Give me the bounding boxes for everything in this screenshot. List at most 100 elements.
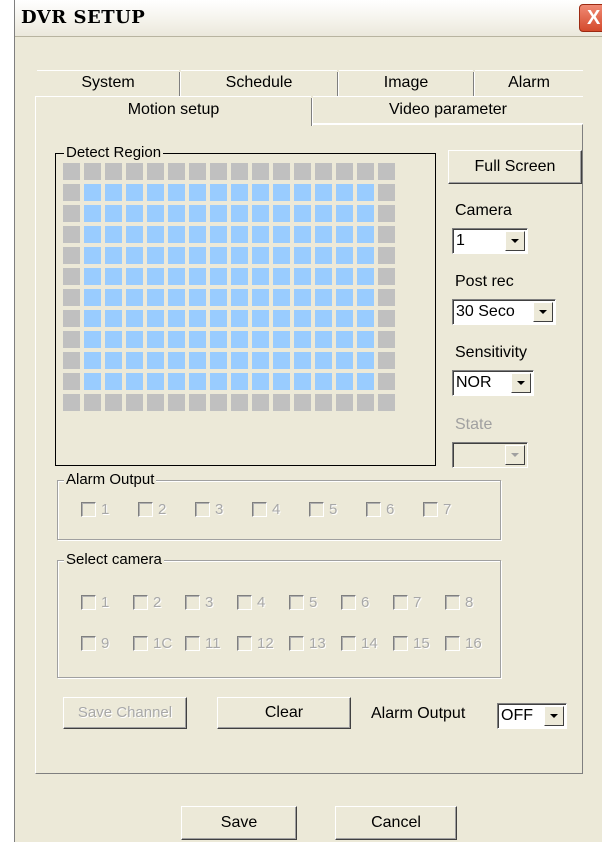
grid-cell-selected[interactable]	[357, 331, 374, 348]
grid-cell-selected[interactable]	[168, 310, 185, 327]
grid-cell-selected[interactable]	[231, 205, 248, 222]
grid-cell-selected[interactable]	[294, 205, 311, 222]
grid-cell-selected[interactable]	[231, 268, 248, 285]
grid-cell-selected[interactable]	[147, 226, 164, 243]
grid-cell[interactable]	[63, 268, 80, 285]
grid-cell-selected[interactable]	[231, 247, 248, 264]
grid-cell-selected[interactable]	[294, 373, 311, 390]
grid-cell-selected[interactable]	[294, 310, 311, 327]
grid-cell-selected[interactable]	[336, 289, 353, 306]
grid-cell[interactable]	[84, 394, 101, 411]
grid-cell[interactable]	[63, 331, 80, 348]
grid-cell[interactable]	[336, 163, 353, 180]
grid-cell-selected[interactable]	[294, 247, 311, 264]
grid-cell[interactable]	[252, 163, 269, 180]
close-icon[interactable]: X	[579, 4, 602, 32]
grid-cell-selected[interactable]	[210, 310, 227, 327]
grid-cell-selected[interactable]	[105, 205, 122, 222]
grid-cell-selected[interactable]	[294, 268, 311, 285]
grid-cell-selected[interactable]	[336, 268, 353, 285]
tab-image[interactable]: Image	[339, 70, 473, 96]
grid-cell-selected[interactable]	[252, 184, 269, 201]
grid-cell[interactable]	[147, 163, 164, 180]
grid-cell[interactable]	[105, 163, 122, 180]
grid-cell-selected[interactable]	[105, 310, 122, 327]
grid-cell-selected[interactable]	[315, 226, 332, 243]
grid-cell-selected[interactable]	[105, 331, 122, 348]
grid-cell-selected[interactable]	[357, 373, 374, 390]
chevron-down-icon[interactable]	[511, 373, 531, 393]
grid-cell-selected[interactable]	[126, 310, 143, 327]
tab-schedule[interactable]: Schedule	[181, 70, 337, 96]
grid-cell-selected[interactable]	[252, 268, 269, 285]
chevron-down-icon[interactable]	[505, 231, 525, 251]
grid-cell-selected[interactable]	[273, 205, 290, 222]
grid-cell-selected[interactable]	[315, 247, 332, 264]
grid-cell[interactable]	[210, 163, 227, 180]
grid-cell-selected[interactable]	[84, 373, 101, 390]
grid-cell-selected[interactable]	[84, 226, 101, 243]
grid-cell-selected[interactable]	[294, 331, 311, 348]
grid-cell-selected[interactable]	[105, 289, 122, 306]
grid-cell-selected[interactable]	[252, 331, 269, 348]
grid-cell-selected[interactable]	[336, 331, 353, 348]
grid-cell[interactable]	[63, 205, 80, 222]
grid-cell-selected[interactable]	[189, 247, 206, 264]
grid-cell-selected[interactable]	[273, 331, 290, 348]
grid-cell-selected[interactable]	[357, 310, 374, 327]
grid-cell-selected[interactable]	[273, 310, 290, 327]
grid-cell-selected[interactable]	[315, 268, 332, 285]
tab-video-parameter[interactable]: Video parameter	[313, 96, 583, 124]
grid-cell-selected[interactable]	[357, 247, 374, 264]
grid-cell-selected[interactable]	[147, 268, 164, 285]
grid-cell-selected[interactable]	[147, 247, 164, 264]
grid-cell-selected[interactable]	[147, 352, 164, 369]
grid-cell-selected[interactable]	[210, 289, 227, 306]
grid-cell-selected[interactable]	[273, 247, 290, 264]
grid-cell-selected[interactable]	[189, 310, 206, 327]
grid-cell-selected[interactable]	[252, 247, 269, 264]
grid-cell-selected[interactable]	[315, 289, 332, 306]
grid-cell[interactable]	[294, 394, 311, 411]
grid-cell-selected[interactable]	[105, 352, 122, 369]
grid-cell-selected[interactable]	[84, 205, 101, 222]
grid-cell[interactable]	[63, 352, 80, 369]
grid-cell[interactable]	[315, 394, 332, 411]
grid-cell-selected[interactable]	[210, 331, 227, 348]
grid-cell-selected[interactable]	[126, 373, 143, 390]
save-button[interactable]: Save	[181, 806, 297, 840]
grid-cell[interactable]	[378, 352, 395, 369]
grid-cell-selected[interactable]	[252, 352, 269, 369]
grid-cell-selected[interactable]	[168, 226, 185, 243]
grid-cell[interactable]	[105, 394, 122, 411]
grid-cell-selected[interactable]	[126, 352, 143, 369]
grid-cell-selected[interactable]	[105, 268, 122, 285]
clear-button[interactable]: Clear	[217, 697, 351, 729]
grid-cell-selected[interactable]	[105, 373, 122, 390]
grid-cell[interactable]	[231, 394, 248, 411]
grid-cell[interactable]	[315, 163, 332, 180]
grid-cell-selected[interactable]	[210, 352, 227, 369]
grid-cell-selected[interactable]	[315, 352, 332, 369]
grid-cell-selected[interactable]	[105, 247, 122, 264]
grid-cell-selected[interactable]	[357, 226, 374, 243]
grid-cell-selected[interactable]	[273, 352, 290, 369]
grid-cell-selected[interactable]	[294, 289, 311, 306]
grid-cell-selected[interactable]	[84, 352, 101, 369]
grid-cell[interactable]	[294, 163, 311, 180]
grid-cell-selected[interactable]	[168, 331, 185, 348]
grid-cell-selected[interactable]	[126, 289, 143, 306]
grid-cell-selected[interactable]	[357, 184, 374, 201]
grid-cell[interactable]	[126, 394, 143, 411]
grid-cell-selected[interactable]	[336, 373, 353, 390]
grid-cell-selected[interactable]	[336, 226, 353, 243]
grid-cell-selected[interactable]	[147, 289, 164, 306]
grid-cell-selected[interactable]	[189, 289, 206, 306]
grid-cell[interactable]	[273, 163, 290, 180]
grid-cell[interactable]	[378, 247, 395, 264]
grid-cell-selected[interactable]	[84, 289, 101, 306]
grid-cell-selected[interactable]	[147, 310, 164, 327]
grid-cell-selected[interactable]	[84, 184, 101, 201]
grid-cell-selected[interactable]	[252, 289, 269, 306]
grid-cell[interactable]	[378, 205, 395, 222]
